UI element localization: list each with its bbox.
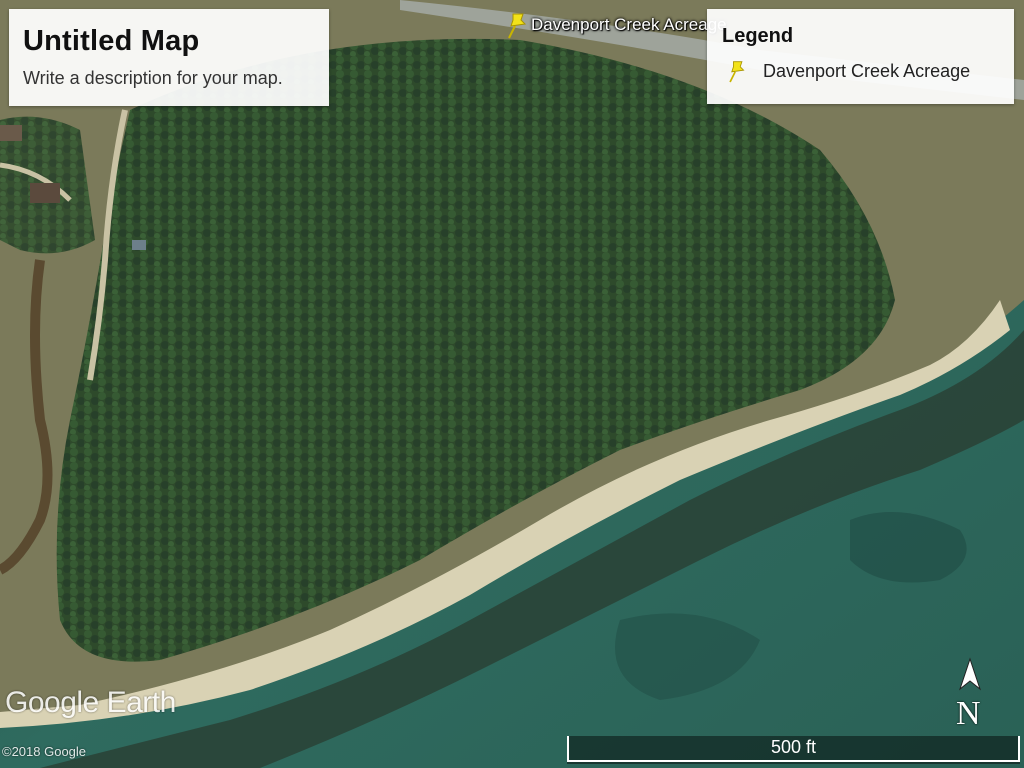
map-description: Write a description for your map.	[23, 68, 283, 88]
north-label: N	[956, 695, 981, 732]
north-arrow-icon	[958, 657, 982, 691]
map-info-panel: Untitled Map Write a description for you…	[9, 9, 329, 106]
legend-panel: Legend Davenport Creek Acreage	[707, 9, 1014, 104]
scale-bar: 500 ft	[567, 734, 1020, 764]
placemark-label: Davenport Creek Acreage	[531, 15, 727, 34]
scale-bar-label: 500 ft	[770, 737, 817, 757]
yellow-pushpin-icon	[729, 61, 745, 83]
placemark-davenport-creek[interactable]: Davenport Creek Acreage	[503, 10, 727, 40]
google-earth-logo: Google Earth	[5, 686, 176, 719]
copyright-text: ©2018 Google	[2, 744, 87, 759]
legend-item[interactable]: Davenport Creek Acreage	[725, 57, 970, 85]
satellite-imagery[interactable]	[0, 0, 1024, 768]
scale-bar-line	[567, 760, 1020, 762]
map-view[interactable]: Davenport Creek Acreage Untitled Map Wri…	[0, 0, 1024, 768]
north-arrow: N	[950, 655, 996, 735]
yellow-pushpin-icon	[508, 13, 527, 39]
map-title: Untitled Map	[23, 25, 200, 57]
legend-title: Legend	[722, 25, 794, 47]
legend-item-label: Davenport Creek Acreage	[763, 60, 971, 81]
